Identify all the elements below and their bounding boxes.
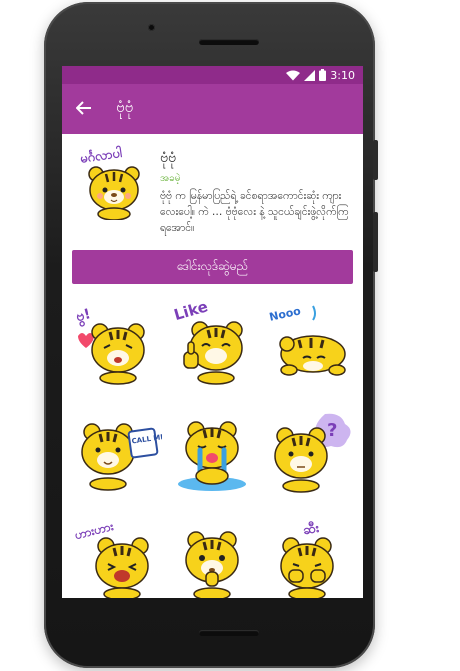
sticker-item[interactable]: ဗွ!: [68, 290, 164, 394]
wifi-icon: [286, 70, 301, 81]
sticker-caption: Nooo: [268, 304, 302, 323]
sticker-caption: Like: [172, 297, 210, 324]
sticker-grid: ဗွ! Like Nooo CALL ME ? ဟားဟား ဆီး: [62, 284, 363, 598]
sticker-item[interactable]: ?: [261, 398, 357, 502]
volume-button: [373, 140, 378, 180]
signal-icon: [304, 69, 316, 81]
sticker-item[interactable]: [164, 398, 260, 502]
status-bar: 3:10: [62, 66, 363, 84]
pack-description: ဗုံဗုံ က မြန်မာပြည်ရဲ့ ခင်စရာအကောင်းဆုံး…: [160, 190, 349, 234]
sticker-caption: ?: [327, 420, 337, 441]
front-camera: [148, 24, 155, 31]
back-arrow-icon[interactable]: [62, 99, 106, 120]
sticker-item[interactable]: ဆီး: [261, 506, 357, 598]
pack-detail: မင်္ဂလာပါ ဗုံဗုံ အခမဲ့ ဗုံဗုံ က မြန်မာပြ…: [62, 134, 363, 242]
sticker-caption: ဆီး: [301, 519, 320, 539]
pack-author: အခမဲ့: [160, 173, 181, 184]
sticker-item[interactable]: Nooo: [261, 290, 357, 394]
pack-thumbnail: မင်္ဂလာပါ: [74, 144, 154, 221]
sticker-caption: ဗွ!: [75, 306, 94, 328]
power-button: [373, 212, 378, 272]
download-button[interactable]: ဒေါင်းလုဒ်ဆွဲမည်: [72, 250, 353, 284]
app-bar-title: ဗုံဗုံ: [116, 98, 134, 116]
pack-name: ဗုံဗုံ: [160, 150, 176, 166]
sticker-item[interactable]: CALL ME: [68, 398, 164, 502]
battery-icon: [319, 69, 327, 81]
thumb-caption: မင်္ဂလာပါ: [79, 144, 124, 167]
bottom-speaker: [199, 630, 259, 636]
sticker-item[interactable]: [164, 506, 260, 598]
earpiece-speaker: [199, 39, 259, 45]
phone-screen: 3:10 ဗုံဗုံ မင်္ဂလာပါ ဗုံဗုံ အခမဲ့ ဗုံဗု…: [62, 66, 363, 598]
sticker-item[interactable]: Like: [164, 290, 260, 394]
app-bar: ဗုံဗုံ: [62, 84, 363, 134]
status-time: 3:10: [330, 68, 355, 82]
sticker-item[interactable]: ဟားဟား: [68, 506, 164, 598]
